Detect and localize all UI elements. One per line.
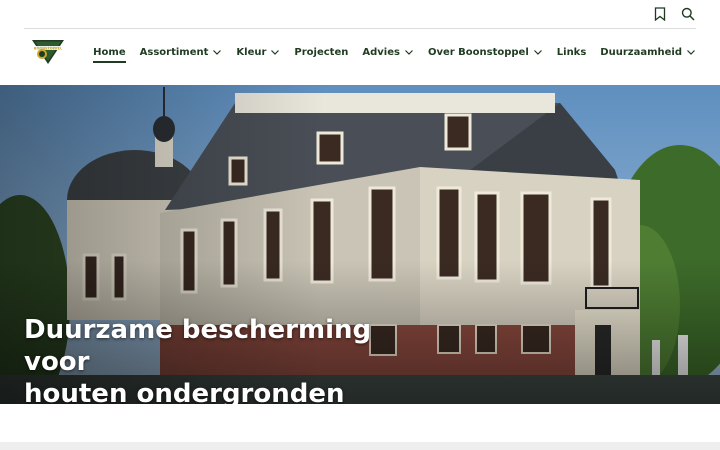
svg-text:BOONSTOPPEL: BOONSTOPPEL [34, 46, 63, 50]
hero-title: Duurzame bescherming voor houten ondergr… [24, 314, 444, 404]
hero-title-line2: houten ondergronden [24, 379, 345, 404]
nav-item-home[interactable]: Home [93, 42, 127, 63]
top-icons [652, 6, 696, 22]
chevron-down-icon [533, 50, 542, 55]
nav-item-label: Assortiment [139, 46, 209, 58]
nav-item-links[interactable]: Links [557, 42, 587, 62]
nav-item-kleur[interactable]: Kleur [236, 42, 280, 62]
chevron-down-icon [405, 50, 413, 55]
nav-item-label: Duurzaamheid [600, 46, 682, 58]
nav-item-label: Home [93, 46, 126, 58]
chevron-down-icon [687, 50, 695, 55]
hero-banner: Duurzame bescherming voor houten ondergr… [0, 85, 720, 404]
main-header: BOONSTOPPEL Home Assortiment Kleur Proje… [0, 29, 720, 85]
search-icon[interactable] [680, 6, 696, 22]
nav-item-duurzaamheid[interactable]: Duurzaamheid [600, 42, 696, 62]
nav-item-label: Advies [362, 46, 400, 58]
bookmark-icon[interactable] [652, 6, 668, 22]
nav-item-label: Links [556, 46, 587, 58]
hero-title-line1: Duurzame bescherming voor [24, 315, 372, 377]
chevron-down-icon [213, 50, 222, 55]
section-band [0, 442, 720, 450]
nav-item-label: Projecten [294, 46, 349, 58]
content-start [0, 404, 720, 450]
nav-item-projecten[interactable]: Projecten [294, 42, 348, 62]
nav-item-advies[interactable]: Advies [362, 42, 414, 62]
boonstoppel-logo[interactable]: BOONSTOPPEL [24, 38, 72, 66]
main-navigation: Home Assortiment Kleur Projecten Advies … [93, 29, 696, 75]
nav-item-assortiment[interactable]: Assortiment [140, 42, 223, 62]
nav-item-label: Over Boonstoppel [427, 46, 529, 58]
chevron-down-icon [271, 50, 280, 55]
nav-item-label: Kleur [236, 46, 267, 58]
top-bar [0, 0, 720, 28]
nav-item-over-boonstoppel[interactable]: Over Boonstoppel [428, 42, 543, 62]
